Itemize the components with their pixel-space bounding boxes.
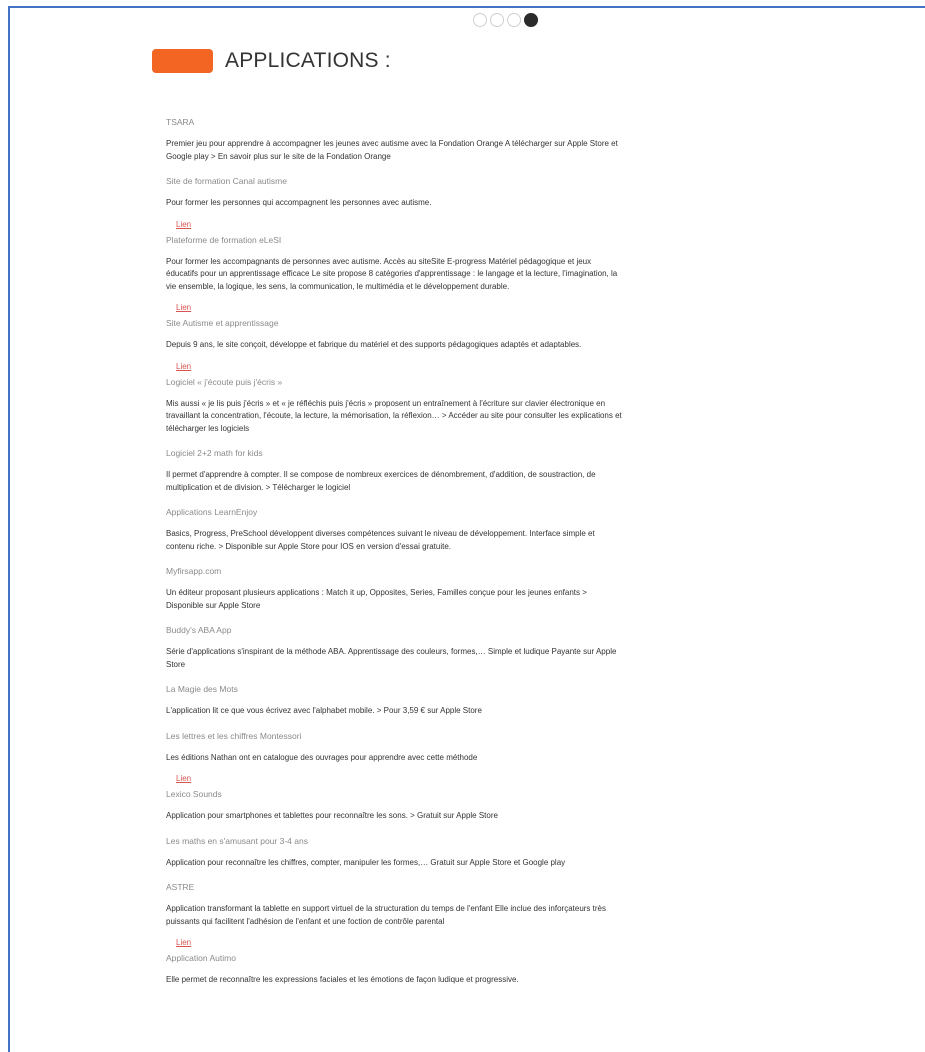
- entry-description: Elle permet de reconnaître les expressio…: [166, 975, 519, 984]
- entry-description: Pour former les personnes qui accompagne…: [166, 198, 432, 207]
- entry-link[interactable]: Lien: [176, 937, 191, 948]
- carousel-pager: [473, 13, 538, 27]
- pager-dot-2[interactable]: [490, 13, 504, 27]
- list-item: Les maths en s'amusant pour 3-4 ans Appl…: [166, 835, 622, 882]
- page-title: APPLICATIONS :: [225, 49, 391, 72]
- applications-list: TSARA Premier jeu pour apprendre à accom…: [166, 116, 622, 991]
- entry-description: Depuis 9 ans, le site conçoit, développe…: [166, 340, 582, 349]
- pager-dot-3[interactable]: [507, 13, 521, 27]
- entry-title: La Magie des Mots: [166, 684, 238, 694]
- list-item: Lexico Sounds Application pour smartphon…: [166, 788, 622, 835]
- entry-link[interactable]: Lien: [176, 361, 191, 372]
- entry-title: Application Autimo: [166, 953, 236, 963]
- entry-title: Plateforme de formation eLeSI: [166, 234, 282, 245]
- entry-description: Basics, Progress, PreSchool développent …: [166, 529, 595, 551]
- entry-description: Mis aussi « je lis puis j'écris » et « j…: [166, 398, 622, 433]
- entry-description: Premier jeu pour apprendre à accompagner…: [166, 139, 618, 161]
- entry-title: Logiciel 2+2 math for kids: [166, 448, 263, 458]
- entry-link[interactable]: Lien: [176, 773, 191, 784]
- entry-description: Pour former les accompagnants de personn…: [166, 256, 618, 291]
- entry-description: Série d'applications s'inspirant de la m…: [166, 647, 617, 669]
- entry-description: Application pour smartphones et tablette…: [166, 811, 498, 820]
- pager-dot-4[interactable]: [524, 13, 538, 27]
- list-item: Applications LearnEnjoy Basics, Progress…: [166, 506, 622, 565]
- pager-dot-1[interactable]: [473, 13, 487, 27]
- list-item: Logiciel « j'écoute puis j'écris » Mis a…: [166, 376, 622, 448]
- entry-title: Les maths en s'amusant pour 3-4 ans: [166, 835, 308, 846]
- entry-title: Logiciel « j'écoute puis j'écris »: [166, 376, 283, 387]
- entry-description: Application transformant la tablette en …: [166, 904, 606, 926]
- entry-description: Application pour reconnaître les chiffre…: [166, 857, 566, 867]
- section-header: APPLICATIONS :: [152, 49, 391, 73]
- list-item: Buddy's ABA App Série d'applications s'i…: [166, 624, 622, 683]
- entry-description: Les éditions Nathan ont en catalogue des…: [166, 752, 478, 762]
- entry-title: Les lettres et les chiffres Montessori: [166, 730, 302, 741]
- list-item: ASTRE Application transformant la tablet…: [166, 881, 622, 952]
- list-item: TSARA Premier jeu pour apprendre à accom…: [166, 116, 622, 175]
- entry-description: Un éditeur proposant plusieurs applicati…: [166, 588, 587, 610]
- entry-link[interactable]: Lien: [176, 219, 191, 230]
- list-item: Logiciel 2+2 math for kids Il permet d'a…: [166, 447, 622, 506]
- entry-title: Myfirsapp.com: [166, 566, 222, 576]
- list-item: Application Autimo Elle permet de reconn…: [166, 952, 622, 987]
- entry-title: Applications LearnEnjoy: [166, 507, 258, 517]
- entry-title: Lexico Sounds: [166, 789, 222, 799]
- list-item: Plateforme de formation eLeSI Pour forme…: [166, 234, 622, 318]
- entry-title: Site Autisme et apprentissage: [166, 318, 279, 328]
- list-item: La Magie des Mots L'application lit ce q…: [166, 683, 622, 730]
- entry-link[interactable]: Lien: [176, 302, 191, 313]
- list-item: Myfirsapp.com Un éditeur proposant plusi…: [166, 565, 622, 624]
- entry-title: ASTRE: [166, 882, 195, 892]
- entry-title: Buddy's ABA App: [166, 625, 232, 635]
- entry-description: L'application lit ce que vous écrivez av…: [166, 706, 482, 715]
- entry-description: Il permet d'apprendre à compter. Il se c…: [166, 470, 596, 492]
- list-item: Les lettres et les chiffres Montessori L…: [166, 730, 622, 789]
- list-item: Site Autisme et apprentissage Depuis 9 a…: [166, 317, 622, 376]
- entry-title: TSARA: [166, 117, 195, 127]
- entry-title: Site de formation Canal autisme: [166, 176, 287, 186]
- list-item: Site de formation Canal autisme Pour for…: [166, 175, 622, 234]
- orange-badge: [152, 49, 213, 73]
